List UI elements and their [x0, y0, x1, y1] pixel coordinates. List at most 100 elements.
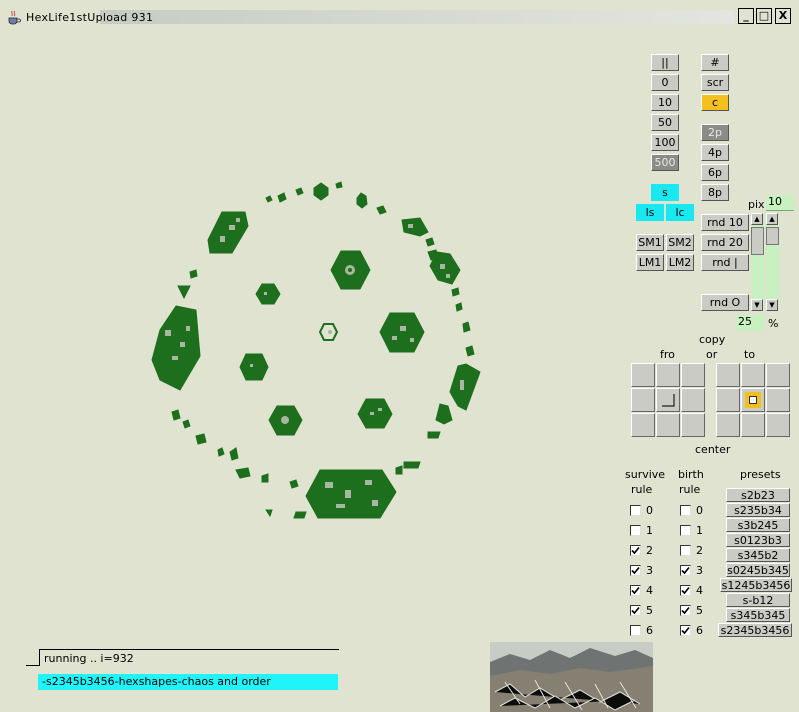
to-cell-selected[interactable] [741, 388, 765, 412]
pix-field[interactable]: 10 [766, 195, 794, 211]
landscape-image [490, 642, 653, 712]
survive-checkbox-5[interactable] [630, 605, 641, 616]
close-button[interactable]: X [775, 8, 791, 24]
grid-button[interactable]: # [701, 54, 729, 71]
scr-button[interactable]: scr [701, 74, 729, 91]
speed-50-button[interactable]: 50 [651, 114, 679, 131]
survive-checkbox-0[interactable] [630, 505, 641, 516]
lm2-button[interactable]: LM2 [666, 254, 694, 271]
c-label: c [711, 96, 719, 109]
survive-checkbox-4[interactable] [630, 585, 641, 596]
cell-cluster [295, 187, 304, 196]
maximize-button[interactable]: □ [756, 8, 772, 24]
birth-checkbox-1[interactable] [680, 525, 691, 536]
from-cell[interactable] [631, 388, 655, 412]
to-cell[interactable] [716, 413, 740, 437]
birth-number-label: 6 [696, 624, 703, 637]
lm1-label: LM1 [638, 256, 662, 269]
rnd-circle-button[interactable]: rnd O [701, 294, 749, 311]
maximize-icon: □ [758, 9, 770, 22]
birth-checkbox-6[interactable] [680, 625, 691, 636]
preset-button[interactable]: s-b12 [726, 593, 790, 607]
to-cell[interactable] [716, 363, 740, 387]
lm1-button[interactable]: LM1 [636, 254, 664, 271]
rnd-20-button[interactable]: rnd 20 [701, 234, 749, 251]
preset-label: s0123b3 [734, 533, 782, 547]
preset-button[interactable]: s2345b3456 [718, 623, 792, 637]
from-cell[interactable] [681, 363, 705, 387]
to-cell[interactable] [741, 363, 765, 387]
birth-checkbox-3[interactable] [680, 565, 691, 576]
survive-checkbox-1[interactable] [630, 525, 641, 536]
lc-button[interactable]: lc [666, 204, 694, 221]
survive-number-label: 0 [646, 504, 653, 517]
percent-field[interactable]: 25 [736, 315, 764, 331]
speed-0-button[interactable]: 0 [651, 74, 679, 91]
pause-button[interactable]: || [651, 54, 679, 71]
from-cell[interactable] [656, 363, 680, 387]
speed-10-button[interactable]: 10 [651, 94, 679, 111]
preset-button[interactable]: s235b34 [726, 503, 790, 517]
from-cell[interactable] [631, 413, 655, 437]
from-cell[interactable] [681, 413, 705, 437]
preset-button[interactable]: s345b345 [726, 608, 790, 622]
birth-label: birth [678, 468, 704, 481]
from-cell[interactable] [631, 363, 655, 387]
scroll-thumb[interactable] [751, 227, 764, 255]
from-cell[interactable] [681, 388, 705, 412]
preset-button[interactable]: s0123b3 [726, 533, 790, 547]
survive-rule-label: rule [631, 483, 653, 496]
close-icon: X [778, 9, 788, 22]
preset-button[interactable]: s0245b345 [726, 563, 790, 577]
period-4p-button[interactable]: 4p [701, 144, 729, 161]
to-cell[interactable] [766, 363, 790, 387]
rnd-10-button[interactable]: rnd 10 [701, 214, 749, 231]
scroll-up-icon[interactable]: ▲ [766, 213, 778, 225]
simulation-canvas[interactable] [0, 30, 600, 670]
from-cell-selected[interactable] [656, 388, 680, 412]
from-cell[interactable] [656, 413, 680, 437]
to-cell[interactable] [716, 388, 740, 412]
period-8p-button[interactable]: 8p [701, 184, 729, 201]
rnd-line-button[interactable]: rnd | [701, 254, 749, 271]
scrollbar-right[interactable]: ▲ ▼ [766, 213, 779, 311]
period-8p-label: 8p [708, 186, 722, 199]
scrollbar-left[interactable]: ▲ ▼ [751, 213, 764, 311]
survive-checkbox-6[interactable] [630, 625, 641, 636]
scroll-thumb[interactable] [766, 227, 779, 245]
survive-label: survive [625, 468, 666, 481]
cell-cluster [357, 398, 393, 429]
scroll-down-icon[interactable]: ▼ [766, 299, 778, 311]
scroll-down-icon[interactable]: ▼ [751, 299, 763, 311]
s-button[interactable]: s [651, 184, 679, 201]
s-label: s [662, 186, 668, 199]
rule-description-field[interactable]: -s2345b3456-hexshapes-chaos and order [38, 674, 338, 690]
sm2-button[interactable]: SM2 [666, 234, 694, 251]
speed-500-button[interactable]: 500 [651, 154, 679, 171]
period-6p-button[interactable]: 6p [701, 164, 729, 181]
preset-button[interactable]: s1245b3456 [720, 578, 792, 592]
c-button[interactable]: c [701, 94, 729, 111]
birth-checkbox-5[interactable] [680, 605, 691, 616]
ls-button[interactable]: ls [636, 204, 664, 221]
to-cell[interactable] [766, 413, 790, 437]
checkmark-icon [631, 566, 640, 575]
preset-button[interactable]: s345b2 [726, 548, 790, 562]
survive-checkbox-2[interactable] [630, 545, 641, 556]
cell-cluster [395, 465, 403, 475]
preset-button[interactable]: s3b245 [726, 518, 790, 532]
speed-100-button[interactable]: 100 [651, 134, 679, 151]
birth-checkbox-2[interactable] [680, 545, 691, 556]
period-2p-button[interactable]: 2p [701, 124, 729, 141]
birth-checkbox-0[interactable] [680, 505, 691, 516]
birth-checkbox-4[interactable] [680, 585, 691, 596]
preset-button[interactable]: s2b23 [726, 488, 790, 502]
minimize-button[interactable]: _ [738, 8, 754, 24]
to-cell[interactable] [766, 388, 790, 412]
speed-100-label: 100 [654, 136, 676, 149]
scroll-up-icon[interactable]: ▲ [751, 213, 763, 225]
sm1-button[interactable]: SM1 [636, 234, 664, 251]
cell-cluster [177, 285, 191, 300]
survive-checkbox-3[interactable] [630, 565, 641, 576]
to-cell[interactable] [741, 413, 765, 437]
